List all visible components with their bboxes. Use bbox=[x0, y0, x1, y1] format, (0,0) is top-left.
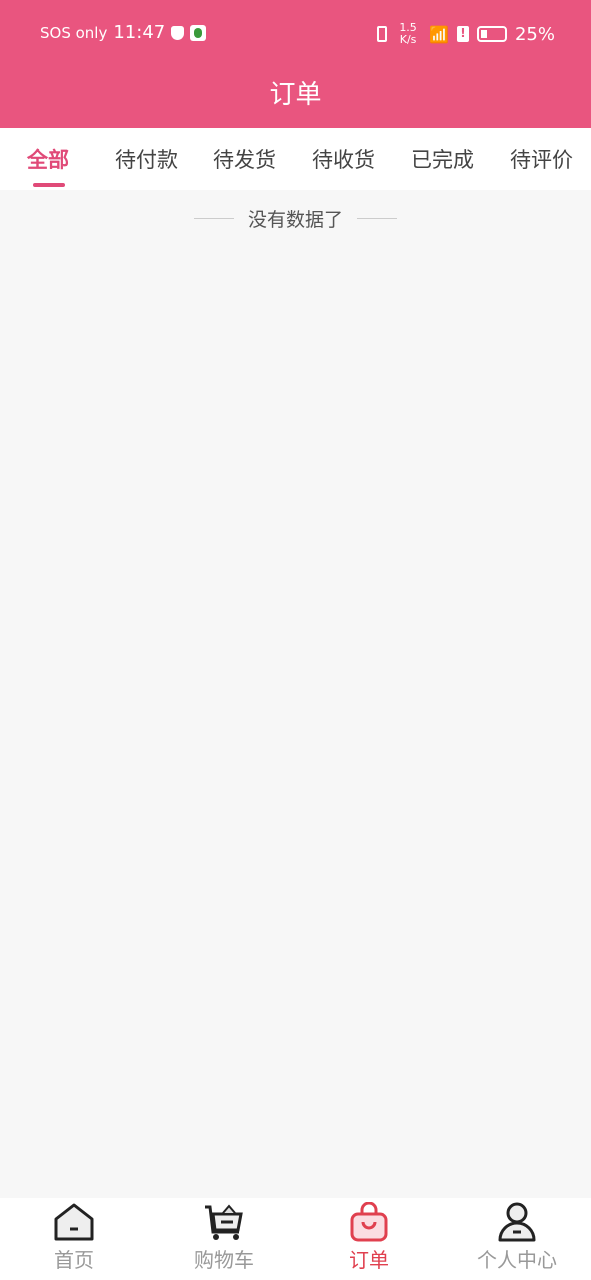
empty-message: 没有数据了 bbox=[247, 209, 343, 231]
tab-pending-review[interactable]: 待评价 bbox=[510, 144, 573, 174]
nav-profile[interactable]: 个人中心 bbox=[457, 1202, 577, 1273]
nav-cart[interactable]: 购物车 bbox=[164, 1202, 284, 1273]
net-speed: 1.5 K/s bbox=[399, 21, 417, 46]
tab-pending-receipt[interactable]: 待收货 bbox=[312, 144, 375, 174]
tab-completed[interactable]: 已完成 bbox=[411, 144, 474, 174]
empty-state: 没有数据了 bbox=[0, 205, 591, 232]
divider bbox=[193, 218, 234, 219]
clock: 11:47 bbox=[113, 22, 166, 43]
bottom-nav: 首页 购物车 订单 个人中心 bbox=[0, 1198, 591, 1280]
wifi-icon: 📶 bbox=[429, 24, 449, 44]
active-tab-indicator bbox=[33, 183, 65, 187]
cart-icon bbox=[205, 1204, 243, 1240]
tab-pending-payment[interactable]: 待付款 bbox=[115, 144, 178, 174]
divider bbox=[357, 218, 397, 219]
order-tabs: 全部 待付款 待发货 待收货 已完成 待评价 bbox=[0, 128, 591, 190]
nav-home[interactable]: 首页 bbox=[14, 1202, 134, 1273]
nav-label: 购物车 bbox=[194, 1248, 254, 1272]
tab-all[interactable]: 全部 bbox=[27, 144, 69, 174]
tab-pending-shipment[interactable]: 待发货 bbox=[213, 144, 276, 174]
nav-orders[interactable]: 订单 bbox=[309, 1202, 429, 1273]
bag-icon bbox=[350, 1202, 388, 1242]
page-title: 订单 bbox=[269, 80, 322, 110]
vibrate-icon bbox=[377, 26, 388, 42]
battery-icon bbox=[476, 26, 507, 42]
header: SOS only 11:47 1.5 K/s 📶 ! 25% 订单 bbox=[0, 0, 591, 128]
carrier-text: SOS only bbox=[40, 23, 108, 42]
user-icon bbox=[498, 1202, 536, 1242]
app-icon bbox=[190, 24, 207, 41]
nav-label: 个人中心 bbox=[477, 1248, 557, 1272]
shield-icon bbox=[171, 25, 185, 40]
home-icon bbox=[54, 1203, 94, 1241]
alert-icon: ! bbox=[456, 26, 469, 42]
battery-level: 25% bbox=[514, 23, 555, 45]
status-bar: SOS only 11:47 1.5 K/s 📶 ! 25% bbox=[0, 21, 591, 46]
nav-label: 订单 bbox=[349, 1248, 389, 1272]
nav-label: 首页 bbox=[54, 1248, 94, 1272]
